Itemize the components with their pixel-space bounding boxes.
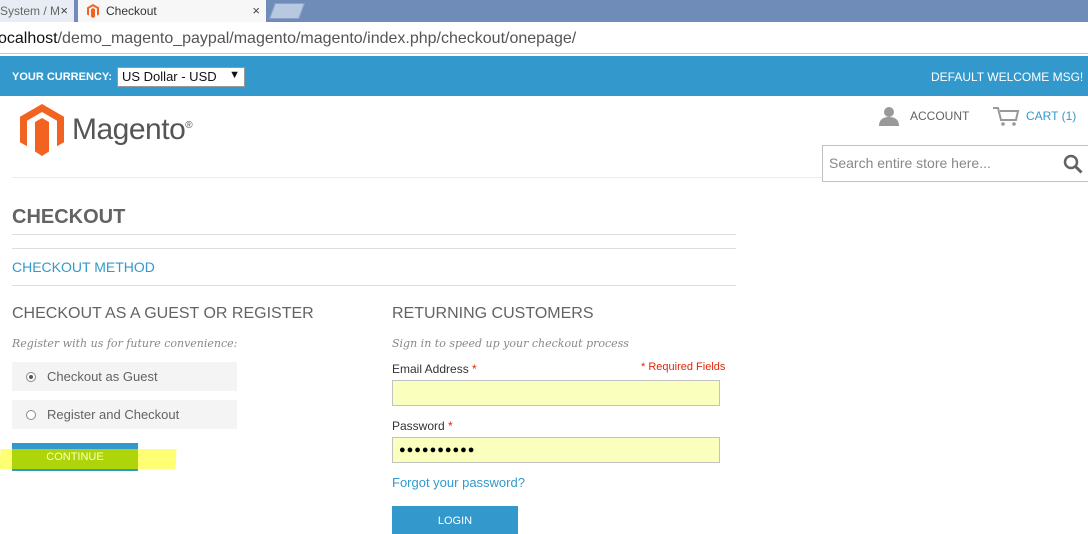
logo-text: Magento® — [72, 113, 193, 146]
returning-section-subtitle: Sign in to speed up your checkout proces… — [392, 337, 629, 350]
forgot-password-link[interactable]: Forgot your password? — [392, 475, 525, 490]
tab-label: System / M — [0, 4, 61, 18]
continue-label: CONTINUE — [46, 451, 104, 463]
tab-checkout[interactable]: Checkout × — [78, 0, 266, 22]
step-title-checkout-method[interactable]: CHECKOUT METHOD — [12, 259, 155, 275]
cart-icon — [993, 107, 1020, 126]
user-icon — [879, 107, 899, 126]
account-label: ACCOUNT — [910, 109, 970, 123]
search-box[interactable]: Search entire store here... — [822, 145, 1088, 182]
option-checkout-as-guest[interactable]: Checkout as Guest — [12, 362, 237, 391]
email-field[interactable] — [392, 380, 720, 406]
required-fields-note: * Required Fields — [641, 361, 726, 373]
divider — [12, 285, 736, 286]
tab-label: Checkout — [106, 4, 157, 18]
store-logo[interactable]: Magento® — [20, 104, 193, 156]
magento-favicon-icon — [87, 4, 99, 18]
divider — [12, 234, 736, 235]
tab-system[interactable]: System / M × — [0, 0, 74, 22]
option-register-and-checkout[interactable]: Register and Checkout — [12, 400, 237, 429]
account-link[interactable]: ACCOUNT — [878, 106, 969, 126]
option-label: Checkout as Guest — [47, 369, 158, 384]
welcome-message: DEFAULT WELCOME MSG! — [931, 70, 1084, 84]
email-label: Email Address * — [392, 362, 477, 376]
guest-section-subtitle: Register with us for future convenience: — [12, 337, 238, 350]
url-text[interactable]: ocalhost/demo_magento_paypal/magento/mag… — [0, 30, 576, 48]
address-bar[interactable]: ocalhost/demo_magento_paypal/magento/mag… — [0, 22, 1088, 54]
currency-select[interactable]: US Dollar - USD ▼ — [117, 67, 245, 87]
password-field[interactable]: ●●●●●●●●●● — [392, 437, 720, 463]
returning-section-title: RETURNING CUSTOMERS — [392, 305, 594, 322]
browser-tab-bar: System / M × Checkout × — [0, 0, 1088, 22]
close-icon[interactable]: × — [60, 3, 68, 19]
magento-logo-icon — [20, 104, 64, 156]
password-label: Password * — [392, 419, 453, 433]
close-icon[interactable]: × — [252, 3, 260, 19]
divider — [12, 248, 736, 249]
radio-button[interactable] — [26, 409, 36, 420]
search-input[interactable]: Search entire store here... — [829, 155, 991, 171]
login-label: LOGIN — [437, 515, 473, 527]
option-label: Register and Checkout — [47, 407, 180, 422]
chevron-down-icon: ▼ — [229, 69, 240, 81]
new-tab-button[interactable] — [269, 3, 305, 19]
radio-button[interactable] — [26, 371, 36, 382]
page-title: CHECKOUT — [12, 206, 126, 228]
header-divider — [12, 177, 822, 178]
cart-label: CART (1) — [1026, 109, 1077, 123]
search-icon[interactable] — [1063, 154, 1083, 174]
currency-value: US Dollar - USD — [122, 69, 217, 84]
cart-link[interactable]: CART (1) — [992, 106, 1076, 126]
store-top-bar: YOUR CURRENCY: US Dollar - USD ▼ DEFAULT… — [0, 56, 1088, 96]
currency-label: YOUR CURRENCY: — [12, 71, 113, 83]
guest-section-title: CHECKOUT AS A GUEST OR REGISTER — [12, 305, 314, 322]
login-button[interactable]: LOGIN — [392, 506, 518, 534]
